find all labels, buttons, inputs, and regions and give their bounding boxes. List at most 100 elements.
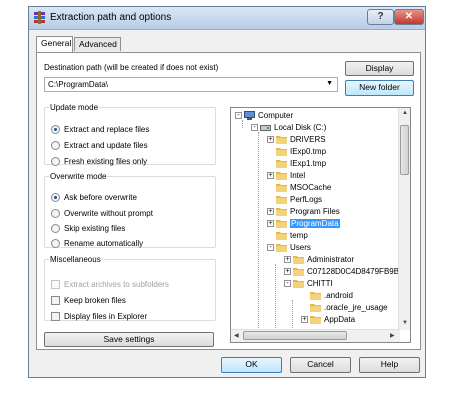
radio-fresh-existing[interactable]: Fresh existing files only [51,155,147,167]
folder-icon [276,195,287,204]
help-button[interactable]: Help [359,357,420,373]
radio-button-selected[interactable] [51,192,60,202]
tree-node-users[interactable]: - Users [267,241,311,253]
tree-node-label: DRIVERS [290,134,326,144]
radio-overwrite-without-prompt[interactable]: Overwrite without prompt [51,207,153,219]
winrar-icon [34,11,45,24]
title-help-button[interactable]: ? [367,9,394,25]
folder-icon [276,183,287,192]
tree-node-programdata[interactable]: + ProgramData [267,217,340,229]
tree-node-label: IExp0.tmp [290,146,327,156]
tab-advanced[interactable]: Advanced [74,37,121,51]
scroll-left-icon[interactable]: ◀ [234,332,239,339]
radio-ask-before-overwrite[interactable]: Ask before overwrite [51,191,137,203]
collapse-toggle-icon[interactable]: - [235,111,242,119]
tree-node-label: MSOCache [290,182,332,192]
expand-toggle-icon[interactable]: + [284,267,291,275]
tree-vertical-scrollbar[interactable]: ▲ ▼ [398,108,410,330]
radio-button[interactable] [51,156,60,166]
radio-button[interactable] [51,223,60,233]
collapse-toggle-icon[interactable]: - [251,123,258,131]
close-button[interactable]: ✕ [394,9,424,25]
update-mode-group: Update mode Extract and replace files Ex… [44,103,216,167]
horizontal-scroll-thumb[interactable] [243,331,347,340]
scroll-right-icon[interactable]: ▶ [390,332,395,339]
tree-node-local-disk[interactable]: - Local Disk (C:) [251,121,326,133]
tree-horizontal-scrollbar[interactable]: ◀ ▶ [231,329,400,342]
expand-toggle-icon[interactable]: + [267,219,274,227]
option-label: Fresh existing files only [64,156,148,166]
folder-icon [310,291,321,300]
checkbox[interactable] [51,295,60,305]
option-label: Overwrite without prompt [64,208,153,218]
folder-icon [293,267,304,276]
chevron-down-icon[interactable]: ▼ [326,80,333,87]
save-settings-button[interactable]: Save settings [44,332,214,347]
radio-skip-existing[interactable]: Skip existing files [51,222,125,234]
miscellaneous-legend: Miscellaneous [50,255,101,264]
checkbox-extract-to-subfolders[interactable]: Extract archives to subfolders [51,278,169,290]
collapse-toggle-icon[interactable]: - [284,279,291,287]
radio-button-selected[interactable] [51,124,60,134]
miscellaneous-group: Miscellaneous Extract archives to subfol… [44,255,216,321]
radio-button[interactable] [51,208,60,218]
tree-node-label: .android [324,290,353,300]
window-title: Extraction path and options [50,12,172,23]
tree-node-iexp1[interactable]: IExp1.tmp [276,157,326,169]
tree-node-label: Users [290,242,311,252]
tree-node-computer[interactable]: - Computer [235,109,293,121]
option-label: Rename automatically [64,238,144,248]
tab-general[interactable]: General [36,36,73,52]
checkbox-display-in-explorer[interactable]: Display files in Explorer [51,310,147,322]
tree-node-perflogs[interactable]: PerfLogs [276,193,322,205]
expand-toggle-icon[interactable]: + [267,207,274,215]
folder-icon [310,315,321,324]
radio-rename-automatically[interactable]: Rename automatically [51,237,143,249]
tree-node-guid-user[interactable]: + C07128D0C4D8479FB9B1 [284,265,404,277]
collapse-toggle-icon[interactable]: - [267,243,274,251]
tree-node-appdata[interactable]: + AppData [301,313,355,325]
tree-node-label: PerfLogs [290,194,323,204]
tree-node-chitti[interactable]: - CHITTI [284,277,333,289]
folder-icon [276,219,287,228]
tree-node-android[interactable]: .android [310,289,353,301]
tree-node-intel[interactable]: + Intel [267,169,305,181]
scroll-down-icon[interactable]: ▼ [402,320,408,326]
destination-path-combo[interactable]: C:\ProgramData\ ▼ [44,77,338,92]
option-label: Keep broken files [64,295,126,305]
display-button[interactable]: Display [345,61,414,76]
option-label: Extract and replace files [64,124,150,134]
expand-toggle-icon[interactable]: + [267,171,274,179]
checkbox-keep-broken-files[interactable]: Keep broken files [51,294,126,306]
tree-node-program-files[interactable]: + Program Files [267,205,340,217]
folder-icon [276,231,287,240]
radio-button[interactable] [51,140,60,150]
overwrite-mode-legend: Overwrite mode [50,172,107,181]
title-bar[interactable]: Extraction path and options ? ✕ [29,7,425,30]
tree-node-iexp0[interactable]: IExp0.tmp [276,145,326,157]
new-folder-button[interactable]: New folder [345,80,414,96]
radio-button[interactable] [51,238,60,248]
radio-extract-replace[interactable]: Extract and replace files [51,123,149,135]
scroll-up-icon[interactable]: ▲ [402,110,408,116]
expand-toggle-icon[interactable]: + [301,315,308,323]
tree-node-label: IExp1.tmp [290,158,327,168]
tree-node-temp[interactable]: temp [276,229,308,241]
tree-node-drivers[interactable]: + DRIVERS [267,133,326,145]
tree-node-msocache[interactable]: MSOCache [276,181,331,193]
expand-toggle-icon[interactable]: + [284,255,291,263]
ok-button[interactable]: OK [221,357,282,373]
folder-icon [276,147,287,156]
folder-icon [276,207,287,216]
radio-extract-update[interactable]: Extract and update files [51,139,148,151]
option-label: Extract and update files [64,140,148,150]
folder-icon [276,171,287,180]
expand-toggle-icon[interactable]: + [267,135,274,143]
tree-node-oracle-jre-usage[interactable]: .oracle_jre_usage [310,301,388,313]
tree-node-administrator[interactable]: + Administrator [284,253,354,265]
vertical-scroll-thumb[interactable] [400,125,409,175]
folder-tree[interactable]: - Computer - Local Disk (C:) + DRIVERS I… [230,107,411,343]
checkbox[interactable] [51,279,60,289]
checkbox[interactable] [51,311,60,321]
cancel-button[interactable]: Cancel [290,357,351,373]
